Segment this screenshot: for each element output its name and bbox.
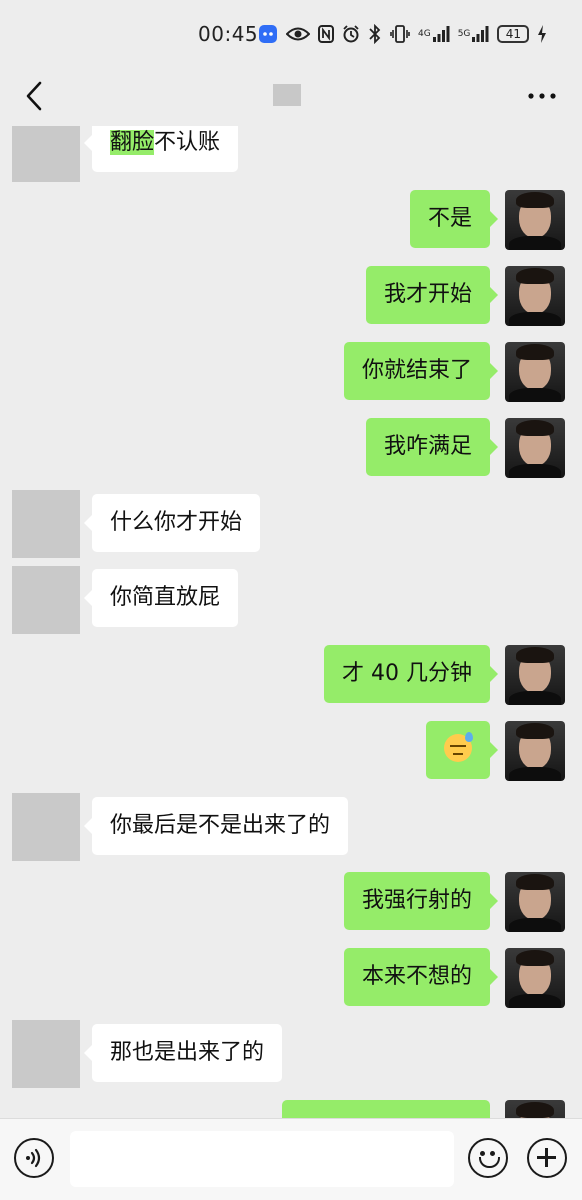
chat-screen: 00:45 4G 5G 41 翻脸不认账 不是 我才开始 你就结束了 我咋满足 … <box>0 0 582 1200</box>
input-bar <box>0 1118 582 1200</box>
my-avatar[interactable] <box>505 1100 565 1118</box>
message-bubble-outgoing-partial[interactable] <box>282 1100 490 1118</box>
contact-avatar[interactable] <box>12 566 80 634</box>
back-button[interactable] <box>16 76 52 116</box>
emoji-button[interactable] <box>468 1138 508 1178</box>
signal-4g-icon: 4G <box>418 26 450 42</box>
contact-avatar[interactable] <box>12 126 80 182</box>
message-bubble-outgoing[interactable]: 我咋满足 <box>365 418 499 476</box>
plus-button[interactable] <box>527 1138 567 1178</box>
message-bubble-incoming[interactable]: 你最后是不是出来了的 <box>83 797 349 855</box>
message-bubble-outgoing[interactable]: 本来不想的 <box>343 948 499 1006</box>
network-5g-label: 5G <box>457 29 471 39</box>
message-bubble-incoming[interactable]: 那也是出来了的 <box>83 1024 283 1082</box>
battery-icon: 41 <box>497 25 530 43</box>
message-bubble-incoming[interactable]: 什么你才开始 <box>83 494 261 552</box>
message-bubble-incoming[interactable]: 你简直放屁 <box>83 569 239 627</box>
message-bubble-outgoing[interactable]: 我强行射的 <box>343 872 499 930</box>
chat-header <box>0 66 582 126</box>
contact-avatar[interactable] <box>12 490 80 558</box>
bluetooth-icon <box>368 24 382 44</box>
my-avatar[interactable] <box>505 872 565 932</box>
my-avatar[interactable] <box>505 721 565 781</box>
network-4g-label: 4G <box>418 29 431 39</box>
message-list[interactable]: 翻脸不认账 不是 我才开始 你就结束了 我咋满足 什么你才开始 你简直放屁 才 … <box>0 126 582 1118</box>
message-text: 不认账 <box>154 130 221 155</box>
my-avatar[interactable] <box>505 948 565 1008</box>
contact-avatar[interactable] <box>12 793 80 861</box>
status-icons: 4G 5G 41 <box>258 20 547 48</box>
message-bubble-outgoing[interactable] <box>426 721 498 779</box>
app-notification-icon <box>258 24 278 44</box>
message-bubble-outgoing[interactable]: 你就结束了 <box>343 342 499 400</box>
my-avatar[interactable] <box>505 266 565 326</box>
message-bubble-outgoing[interactable]: 不是 <box>409 190 499 248</box>
chevron-left-icon <box>26 81 42 111</box>
voice-icon <box>26 1148 41 1168</box>
message-bubble-outgoing[interactable]: 我才开始 <box>365 266 499 324</box>
vibrate-icon <box>390 25 410 43</box>
my-avatar[interactable] <box>505 645 565 705</box>
status-bar: 00:45 4G 5G 41 <box>0 0 582 66</box>
signal-5g-icon: 5G <box>458 26 490 42</box>
message-bubble-outgoing[interactable]: 才 40 几分钟 <box>324 645 498 703</box>
voice-button[interactable] <box>14 1138 54 1178</box>
message-bubble-incoming[interactable]: 翻脸不认账 <box>83 126 239 172</box>
eye-icon <box>286 25 310 43</box>
message-input[interactable] <box>70 1131 454 1187</box>
contact-avatar[interactable] <box>12 1020 80 1088</box>
alarm-icon <box>342 25 360 43</box>
contact-name-redacted <box>273 84 301 106</box>
sweat-smile-emoji <box>444 732 473 762</box>
emoji-icon <box>480 1151 485 1156</box>
more-dots-icon <box>528 93 556 99</box>
charging-icon <box>537 25 547 43</box>
highlighted-text: 翻脸 <box>110 130 155 155</box>
my-avatar[interactable] <box>505 190 565 250</box>
my-avatar[interactable] <box>505 342 565 402</box>
my-avatar[interactable] <box>505 418 565 478</box>
status-time: 00:45 <box>198 22 259 46</box>
more-button[interactable] <box>520 76 564 116</box>
nfc-icon <box>318 25 334 43</box>
